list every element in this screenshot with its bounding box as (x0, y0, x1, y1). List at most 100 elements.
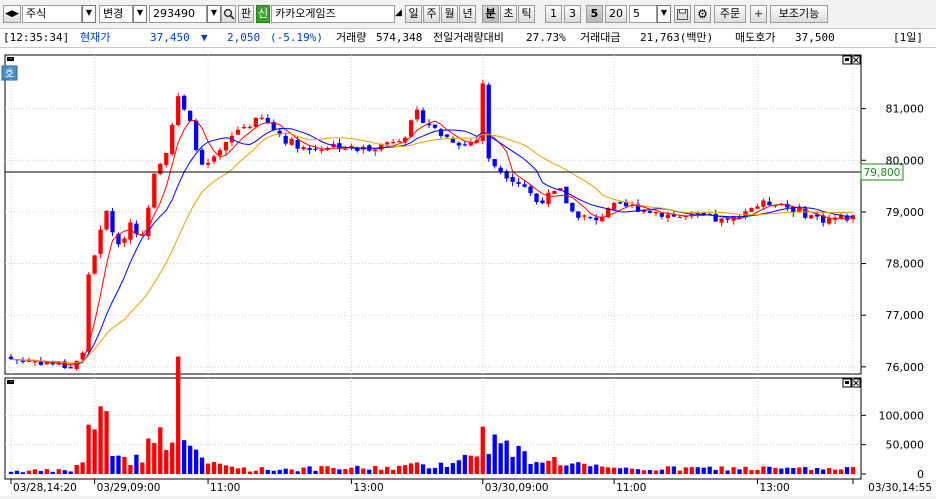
volume-bar (432, 467, 438, 474)
volume-bar (791, 468, 796, 474)
period-minute-button[interactable]: 분 (482, 5, 499, 23)
search-icon[interactable] (221, 5, 236, 23)
period-year-button[interactable]: 년 (459, 5, 476, 23)
candle-body (146, 207, 151, 237)
stock-name-field[interactable]: 카카오게임즈 (271, 5, 395, 23)
stock-name-dropdown-icon[interactable]: ◢ (395, 5, 403, 23)
candle-body (582, 215, 587, 217)
plus-icon[interactable]: + (750, 5, 767, 23)
interval-20-button[interactable]: 20 (605, 5, 627, 23)
price-pane-window-icons[interactable] (842, 55, 861, 65)
volume-bar (349, 467, 354, 474)
interval-dropdown-icon[interactable]: ▼ (657, 5, 671, 23)
candle-body (391, 141, 396, 144)
candle-body (122, 238, 127, 243)
pan-button[interactable]: 판 (238, 5, 254, 23)
ask-value: 37,500 (795, 31, 835, 44)
mode-select[interactable]: 변경 (99, 5, 133, 23)
code-dropdown-icon[interactable]: ▼ (207, 5, 221, 23)
price-pane[interactable] (4, 54, 862, 375)
volume-bar (104, 411, 109, 474)
volume-bar (391, 469, 396, 474)
volume-pane[interactable] (4, 377, 862, 480)
candle-body (301, 147, 306, 150)
candle-body (187, 110, 193, 121)
volume-bar (683, 467, 688, 474)
volume-bar (223, 465, 229, 474)
volume-bar (325, 466, 330, 474)
current-price: 37,450 (150, 31, 190, 44)
new-badge: 신 (256, 5, 270, 23)
candle-body (564, 186, 569, 204)
candle-body (50, 363, 55, 365)
save-icon[interactable] (674, 5, 691, 23)
interval-3-button[interactable]: 3 (564, 5, 581, 23)
volume-bar (98, 406, 103, 474)
candle-body (444, 134, 450, 137)
volume-bar (193, 449, 199, 474)
volume-tick-label: 50,000 (886, 439, 925, 452)
candle-body (289, 138, 294, 145)
period-month-button[interactable]: 월 (441, 5, 458, 23)
order-button[interactable]: 주문 (714, 5, 746, 23)
volume-bar (402, 465, 408, 474)
volume-bar (116, 455, 121, 474)
volume-bar (522, 451, 527, 474)
price-tick-label: 76,000 (886, 361, 925, 374)
nav-arrows-icon[interactable]: ◀▶ (3, 5, 21, 23)
stock-code-input[interactable]: 293490 (149, 5, 207, 23)
corner-tag-text: 호 (5, 68, 14, 80)
volume-bar (26, 470, 32, 474)
candle-body (498, 167, 503, 173)
candle-body (32, 361, 38, 363)
volume-bar (86, 424, 91, 474)
volume-bar (600, 466, 605, 474)
assist-function-button[interactable]: 보조기능 (770, 5, 828, 23)
chart-area[interactable]: 호 79,800 76,000 77,000 78,000 79,000 80,000 8… (0, 48, 936, 496)
gear-icon[interactable]: ⚙ (694, 5, 711, 23)
change-down-icon: ▼ (201, 31, 208, 44)
chart-svg[interactable]: 호 79,800 76,000 77,000 78,000 79,000 80,000 8… (0, 48, 936, 496)
period-tick-button[interactable]: 틱 (518, 5, 535, 23)
candle-body (152, 173, 157, 208)
volume-bar (653, 470, 659, 474)
candle-body (319, 149, 324, 151)
market-select[interactable]: 주식 (22, 5, 82, 23)
volume-bar (641, 470, 647, 474)
candle-body (647, 210, 653, 213)
candle-body (456, 142, 462, 146)
candle-body (653, 212, 659, 214)
volume-bar (128, 465, 133, 474)
volume-bar (695, 467, 700, 474)
candle-body (295, 140, 300, 149)
market-dropdown-icon[interactable]: ▼ (82, 5, 96, 23)
candle-body (516, 182, 521, 184)
candle-body (755, 206, 760, 209)
interval-input[interactable]: 5 (629, 5, 657, 23)
price-tick-label: 81,000 (886, 103, 925, 116)
period-week-button[interactable]: 주 (423, 5, 440, 23)
volume-bar (737, 469, 742, 474)
volume-bar (289, 469, 294, 474)
candle-body (217, 150, 223, 156)
volume-bar (498, 443, 503, 474)
candle-body (20, 360, 26, 362)
volume-bar (414, 462, 420, 474)
interval-5-button[interactable]: 5 (586, 5, 603, 23)
period-second-button[interactable]: 초 (500, 5, 517, 23)
volume-bar (779, 468, 784, 474)
interval-1-button[interactable]: 1 (545, 5, 562, 23)
current-price-tag-label: 79,800 (864, 167, 901, 179)
time-axis-label: 13:00 (759, 482, 789, 494)
mode-dropdown-icon[interactable]: ▼ (133, 5, 147, 23)
volume-bar (635, 469, 641, 474)
candle-body (826, 218, 832, 224)
candle-body (462, 144, 467, 146)
period-day-button[interactable]: 일 (405, 5, 422, 23)
quote-bar: [12:35:34] 현재가 37,450 ▼ 2,050 (-5.19%) 거… (0, 29, 936, 48)
volume-bar (152, 443, 157, 474)
volume-bar (797, 467, 802, 474)
volume-pane-window-icons[interactable] (842, 378, 861, 388)
volume-bar (158, 427, 163, 474)
volume-bar (582, 463, 587, 474)
